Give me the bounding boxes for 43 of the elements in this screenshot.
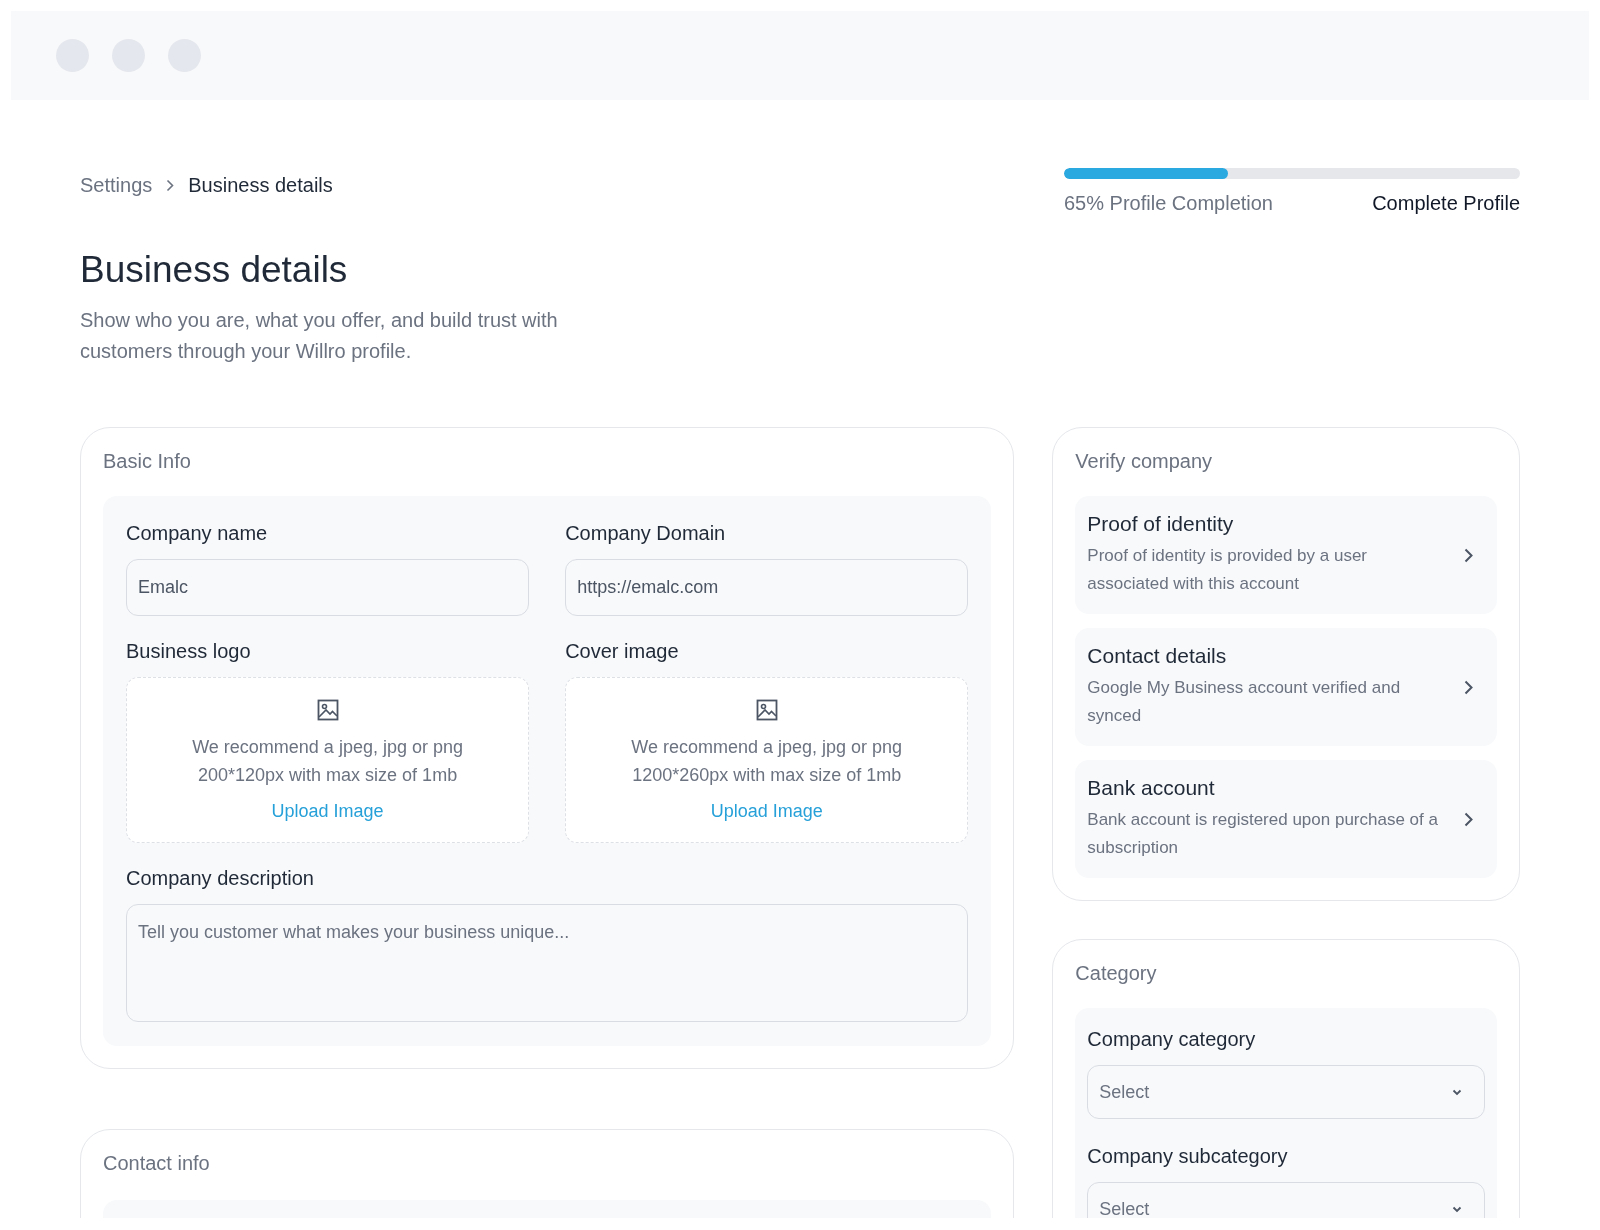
image-icon (316, 698, 339, 721)
chevron-right-icon (1464, 547, 1473, 563)
select-dropdown[interactable]: Select (1087, 1065, 1485, 1119)
card-title: Contact info (103, 1152, 211, 1175)
input-field[interactable]: Emalc (126, 559, 530, 616)
chevron-down-icon (1452, 1088, 1462, 1096)
card-title: Category (1075, 962, 1158, 985)
card-title: Basic Info (103, 450, 192, 473)
page-subtitle: Show who you are, what you offer, and build trust with customers through your Willro profile. (80, 308, 559, 364)
item-title: Bank account (1087, 776, 1216, 800)
upload-dropzone[interactable]: We recommend a jpeg, jpg or png 200*120px with max size of 1mb Upload Image (126, 677, 530, 843)
page-title: Business details (80, 249, 349, 291)
complete-profile-link[interactable]: Complete Profile (1372, 192, 1520, 215)
image-icon (755, 698, 778, 721)
item-description: Google My Business account verified and synced (1087, 677, 1402, 727)
upload-dropzone[interactable]: We recommend a jpeg, jpg or png 1200*260px with max size of 1mb Upload Image (565, 677, 969, 843)
item-description: Bank account is registered upon purchase of a subscription (1087, 809, 1439, 859)
item-title: Proof of identity (1087, 512, 1235, 536)
verify-item[interactable]: Proof of identity Proof of identity is provided by a user associated with this account (1075, 496, 1497, 614)
verify-item[interactable]: Contact details Google My Business account verified and synced (1075, 628, 1497, 746)
description-field[interactable]: Tell you customer what makes your business unique... (126, 904, 969, 1022)
field-label: Company name (126, 522, 269, 545)
chevron-right-icon (166, 179, 175, 192)
field-label: Company description (126, 867, 315, 890)
upload-hint: We recommend a jpeg, jpg or png 200*120px with max size of 1mb (191, 735, 464, 787)
field-label: Cover image (565, 640, 680, 663)
upload-hint: We recommend a jpeg, jpg or png 1200*260px with max size of 1mb (630, 735, 904, 787)
chevron-down-icon (1452, 1205, 1462, 1213)
field-label: Company subcategory (1087, 1145, 1289, 1168)
item-title: Contact details (1087, 644, 1228, 668)
breadcrumb-link[interactable]: Business details (188, 174, 333, 197)
item-description: Proof of identity is provided by a user associated with this account (1087, 545, 1369, 595)
field-label: Company Domain (565, 522, 727, 545)
card-title: Verify company (1075, 450, 1214, 473)
completion-label: 65% Profile Completion (1064, 192, 1273, 215)
input-field[interactable]: https://emalc.com (565, 559, 969, 616)
breadcrumb-link[interactable]: Settings (80, 174, 153, 197)
verify-item[interactable]: Bank account Bank account is registered upon purchase of a subscription (1075, 760, 1497, 878)
chevron-right-icon (1464, 811, 1473, 827)
field-label: Business logo (126, 640, 252, 663)
chevron-right-icon (1464, 679, 1473, 695)
select-dropdown[interactable]: Select (1087, 1182, 1485, 1218)
field-label: Company category (1087, 1028, 1257, 1051)
